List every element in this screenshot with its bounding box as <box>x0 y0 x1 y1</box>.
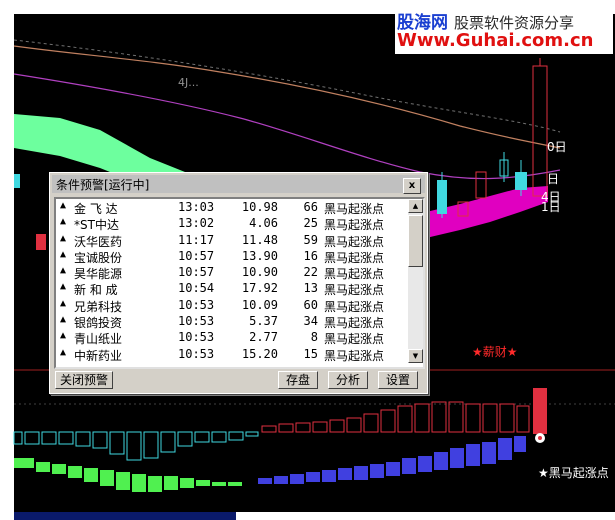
chart-top-label: 4J... <box>178 76 199 89</box>
alert-row[interactable]: ▲ 兄弟科技 10:53 10.09 60 黑马起涨点 <box>56 297 407 314</box>
alert-time: 10:53 <box>178 297 215 312</box>
close-alert-button[interactable]: 关闭预警 <box>55 371 113 389</box>
alert-rows: ▲ 金 飞 达 13:03 10.98 66 黑马起涨点 ▲ *ST中达 13:02 4.06 25… <box>56 199 407 363</box>
alert-signal: 黑马起涨点 <box>324 348 385 363</box>
alert-value: 34 <box>303 314 318 329</box>
alert-time: 10:54 <box>178 281 215 296</box>
alert-time: 10:53 <box>178 346 215 361</box>
alert-price: 15.20 <box>241 346 278 361</box>
watermark-logo: 股海网 股票软件资源分享 Www.Guhai.com.cn <box>395 8 613 54</box>
stock-name: 中新药业 <box>74 348 123 363</box>
alert-time: 10:57 <box>178 265 215 280</box>
scroll-down-icon[interactable]: ▼ <box>408 349 423 363</box>
alert-arrow-icon: ▲ <box>60 281 67 293</box>
candle <box>36 234 46 250</box>
alert-arrow-icon: ▲ <box>60 330 67 342</box>
alert-time: 13:02 <box>178 216 215 231</box>
alert-row[interactable]: ▲ *ST中达 13:02 4.06 25 黑马起涨点 <box>56 215 407 232</box>
alert-value: 16 <box>303 248 318 263</box>
alert-arrow-icon: ▲ <box>60 248 67 260</box>
alert-row[interactable]: ▲ 沃华医药 11:17 11.48 59 黑马起涨点 <box>56 232 407 249</box>
alert-time: 10:57 <box>178 248 215 263</box>
alert-arrow-icon: ▲ <box>60 232 67 244</box>
alert-row[interactable]: ▲ 金 飞 达 13:03 10.98 66 黑马起涨点 <box>56 199 407 216</box>
scroll-thumb[interactable] <box>408 215 423 267</box>
alert-row[interactable]: ▲ 宝诚股份 10:57 13.90 16 黑马起涨点 <box>56 248 407 265</box>
alert-row[interactable]: ▲ 新 和 成 10:54 17.92 13 黑马起涨点 <box>56 280 407 297</box>
dialog-title: 条件预警[运行中] <box>56 178 150 192</box>
alert-time: 11:17 <box>178 232 215 247</box>
dialog-close-button[interactable]: x <box>403 178 421 194</box>
alert-arrow-icon: ▲ <box>60 297 67 309</box>
alert-price: 10.90 <box>241 265 278 280</box>
alert-arrow-icon: ▲ <box>60 314 67 326</box>
condition-alert-dialog: 条件预警[运行中] x ▲ 金 飞 达 13:03 10.98 66 黑马起涨点 ▲ *ST中… <box>49 172 428 394</box>
list-scrollbar[interactable]: ▲ ▼ <box>408 199 423 363</box>
alert-price: 10.98 <box>241 200 278 214</box>
alert-arrow-icon: ▲ <box>60 200 67 211</box>
alert-value: 15 <box>303 346 318 361</box>
alert-list[interactable]: ▲ 金 飞 达 13:03 10.98 66 黑马起涨点 ▲ *ST中达 13:02 4.06 25… <box>54 197 425 369</box>
alert-price: 10.09 <box>241 297 278 312</box>
alert-value: 13 <box>303 281 318 296</box>
axis-label-1: 日 <box>547 172 560 186</box>
analyze-button[interactable]: 分析 <box>328 371 368 389</box>
alert-price: 2.77 <box>249 330 278 345</box>
alert-time: 10:53 <box>178 330 215 345</box>
star-signal-wealth: ★薪财★ <box>472 345 518 359</box>
alert-time: 10:53 <box>178 314 215 329</box>
settings-button[interactable]: 设置 <box>378 371 418 389</box>
alert-value: 60 <box>303 297 318 312</box>
alert-value: 8 <box>310 330 318 345</box>
alert-price: 11.48 <box>241 232 278 247</box>
star-signal-darkhorse: ★黑马起涨点 <box>538 466 609 480</box>
alert-time: 13:03 <box>178 200 215 214</box>
alert-price: 4.06 <box>249 216 278 231</box>
alert-price: 17.92 <box>241 281 278 296</box>
alert-row[interactable]: ▲ 青山纸业 10:53 2.77 8 黑马起涨点 <box>56 329 407 346</box>
alert-price: 5.37 <box>249 314 278 329</box>
scroll-up-icon[interactable]: ▲ <box>408 199 423 213</box>
save-button[interactable]: 存盘 <box>278 371 318 389</box>
alert-price: 13.90 <box>241 248 278 263</box>
alert-row[interactable]: ▲ 中新药业 10:53 15.20 15 黑马起涨点 <box>56 346 407 363</box>
alert-arrow-icon: ▲ <box>60 216 67 228</box>
indicator-red-solid <box>533 388 547 434</box>
alert-row[interactable]: ▲ 银鸽投资 10:53 5.37 34 黑马起涨点 <box>56 313 407 330</box>
alert-arrow-icon: ▲ <box>60 265 67 277</box>
alert-value: 22 <box>303 265 318 280</box>
axis-label-0: 0日 <box>547 140 567 154</box>
alert-value: 25 <box>303 216 318 231</box>
candle <box>14 174 20 188</box>
taskbar-strip <box>14 512 236 520</box>
alert-value: 59 <box>303 232 318 247</box>
dialog-title-bar[interactable]: 条件预警[运行中] x <box>52 175 425 194</box>
alert-arrow-icon: ▲ <box>60 346 67 358</box>
alert-row[interactable]: ▲ 昊华能源 10:57 10.90 22 黑马起涨点 <box>56 264 407 281</box>
screenshot-stage: 股海网 股票软件资源分享 Www.Guhai.com.cn 4J... 0日 日 … <box>0 0 615 520</box>
alert-value: 66 <box>303 200 318 214</box>
axis-label-3: 1日 <box>541 200 561 214</box>
watermark-url: Www.Guhai.com.cn <box>397 30 594 51</box>
